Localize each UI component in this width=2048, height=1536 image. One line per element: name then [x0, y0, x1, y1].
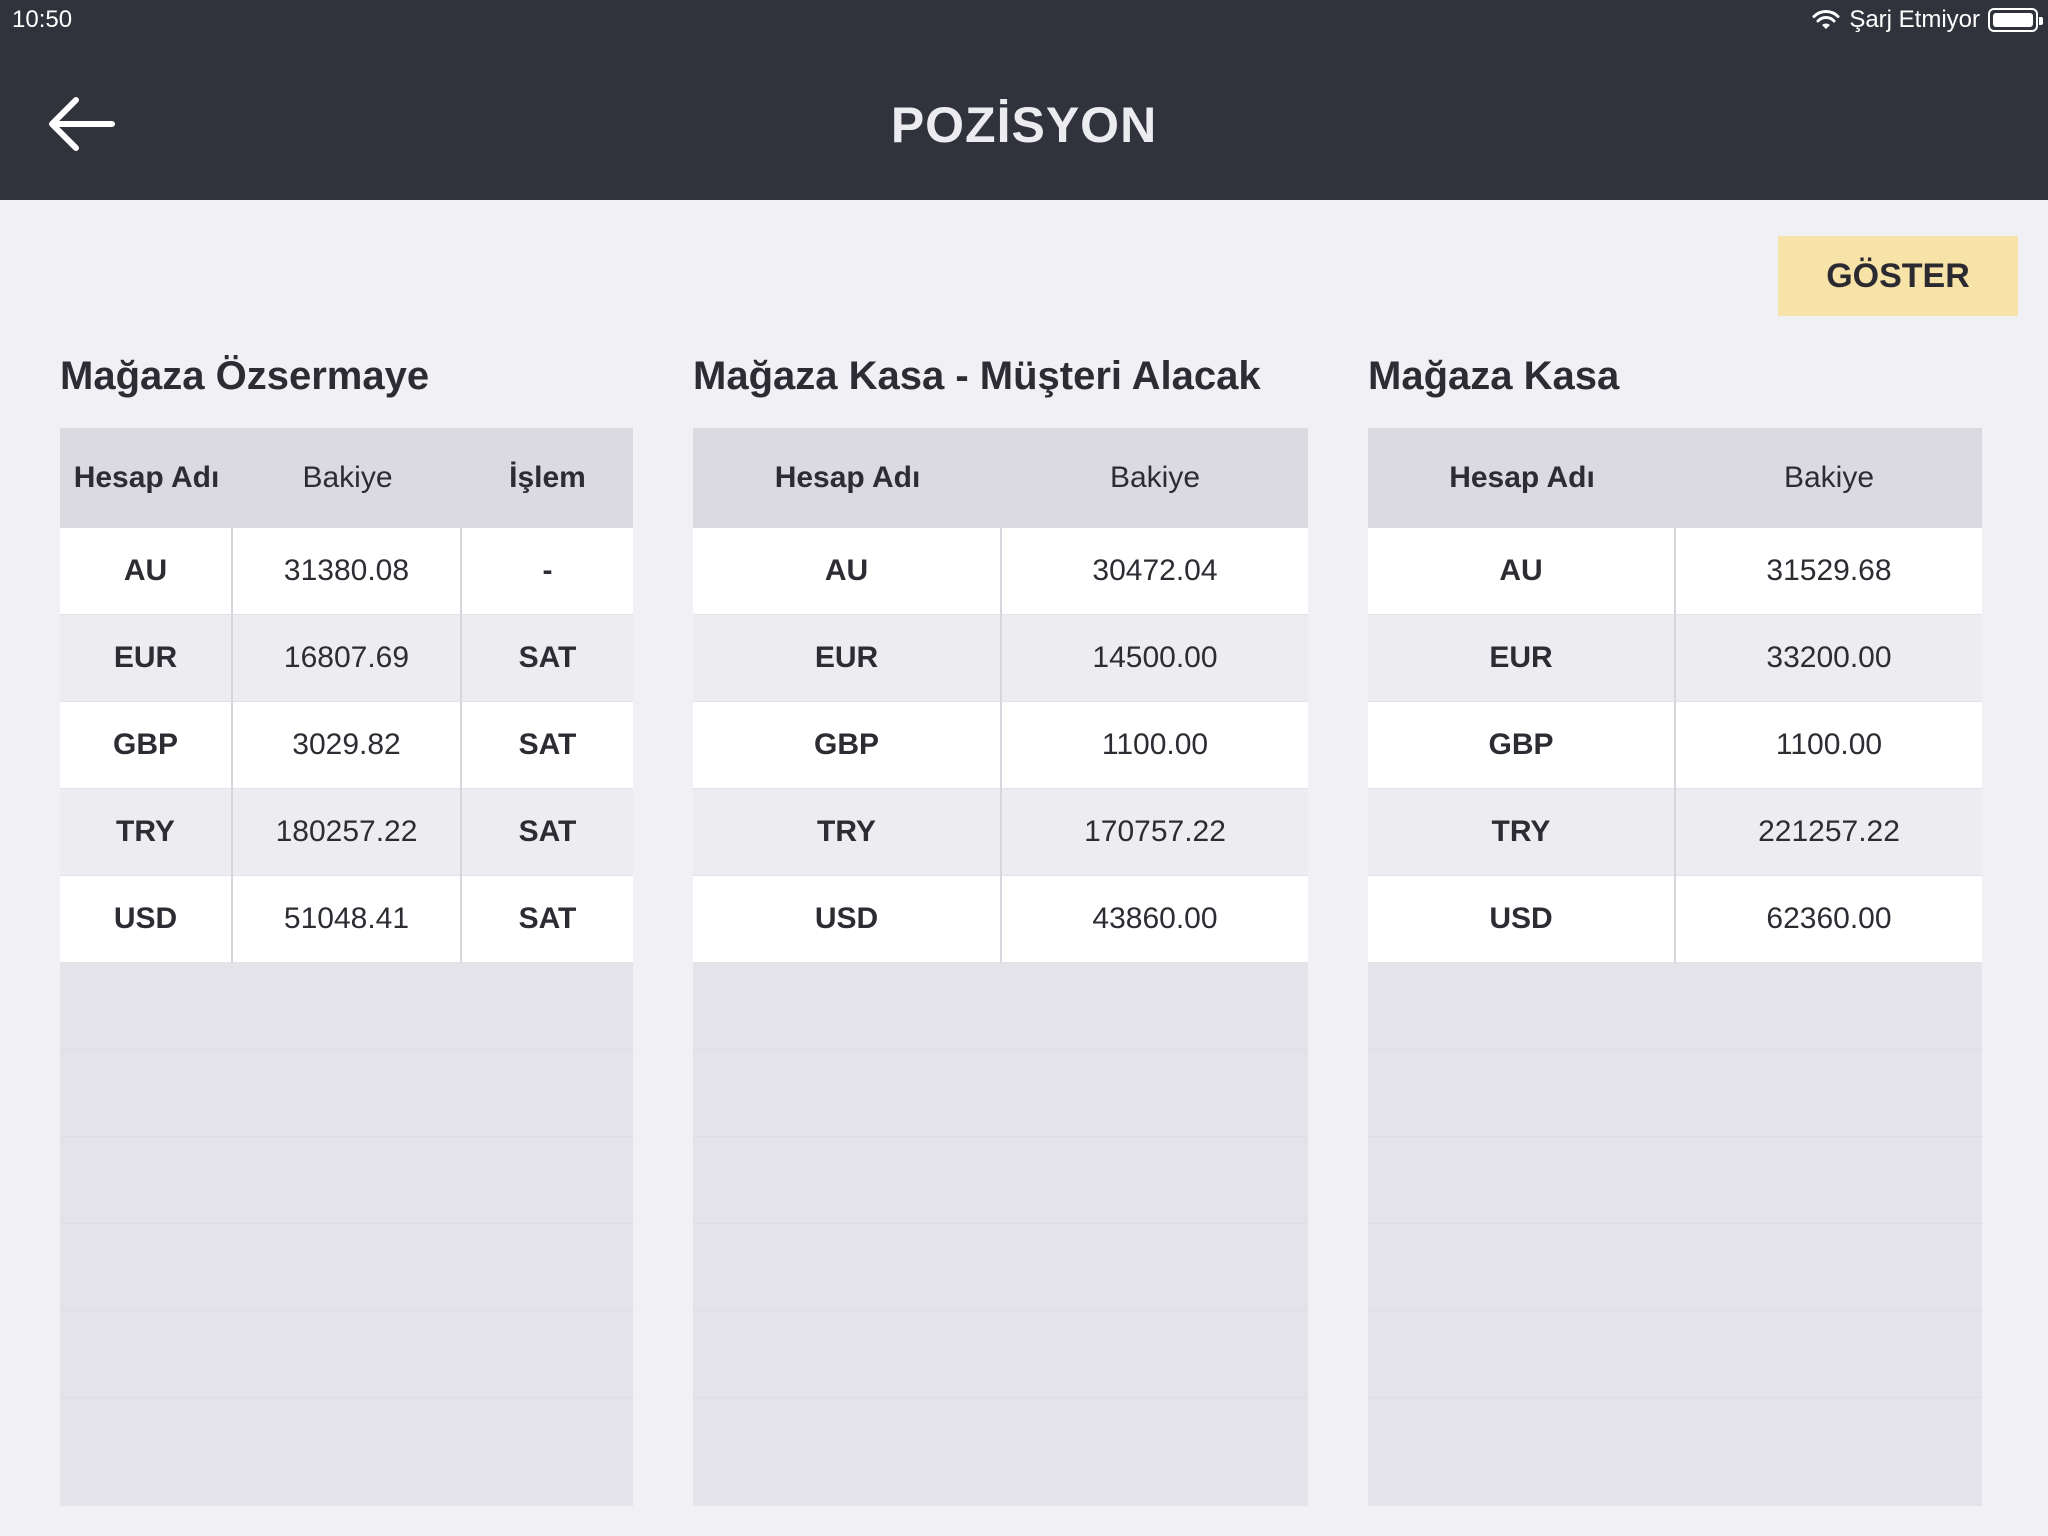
account-name-cell: EUR	[693, 615, 1002, 702]
status-bar-right: Şarj Etmiyor	[1811, 4, 2043, 36]
column-header: Hesap Adı	[774, 461, 921, 494]
balance-table: Hesap Adı Bakiye AU 30472.04 EUR 14500.0…	[693, 428, 1308, 1506]
account-name-cell: USD	[1368, 876, 1676, 963]
column-header: Bakiye	[1783, 461, 1875, 494]
table-row: EUR 16807.69 SAT	[60, 615, 633, 702]
table-row: EUR 33200.00	[1368, 615, 1982, 702]
balance-cell: 3029.82	[233, 702, 462, 789]
table-header: Hesap Adı Bakiye İşlem	[60, 428, 633, 528]
column-header: Bakiye	[302, 461, 393, 494]
table-row: GBP 1100.00	[693, 702, 1308, 789]
account-name-cell: AU	[60, 528, 233, 615]
table-row: AU 31380.08 -	[60, 528, 633, 615]
balance-cell: 30472.04	[1002, 528, 1308, 615]
balance-cell: 33200.00	[1676, 615, 1982, 702]
balance-cell: 43860.00	[1002, 876, 1308, 963]
page-title: POZİSYON	[890, 97, 1158, 153]
empty-row	[693, 1050, 1308, 1137]
account-name-cell: USD	[693, 876, 1002, 963]
empty-row	[1368, 1311, 1982, 1398]
action-cell[interactable]: SAT	[462, 702, 633, 789]
panel-title: Mağaza Özsermaye	[60, 354, 430, 398]
table-row: USD 51048.41 SAT	[60, 876, 633, 963]
panel-title: Mağaza Kasa	[1368, 354, 1620, 398]
balance-cell: 16807.69	[233, 615, 462, 702]
empty-row	[60, 1137, 633, 1224]
wifi-icon	[1812, 10, 1840, 29]
table-row: GBP 3029.82 SAT	[60, 702, 633, 789]
table-row: GBP 1100.00	[1368, 702, 1982, 789]
account-name-cell: USD	[60, 876, 233, 963]
empty-row	[693, 963, 1308, 1050]
panel-title: Mağaza Kasa - Müşteri Alacak	[693, 354, 1261, 398]
empty-row	[1368, 1224, 1982, 1311]
show-button[interactable]: GÖSTER	[1778, 236, 2018, 316]
column-header: Hesap Adı	[1449, 461, 1595, 494]
action-cell[interactable]: SAT	[462, 876, 633, 963]
table-row: TRY 221257.22	[1368, 789, 1982, 876]
action-cell[interactable]: SAT	[462, 615, 633, 702]
empty-row	[60, 1224, 633, 1311]
account-name-cell: EUR	[60, 615, 233, 702]
table-row: TRY 170757.22	[693, 789, 1308, 876]
account-name-cell: GBP	[60, 702, 233, 789]
action-cell[interactable]: -	[462, 528, 633, 615]
table-header: Hesap Adı Bakiye	[693, 428, 1308, 528]
table-row: AU 30472.04	[693, 528, 1308, 615]
table-header: Hesap Adı Bakiye	[1368, 428, 1982, 528]
balance-cell: 31529.68	[1676, 528, 1982, 615]
balance-cell: 180257.22	[233, 789, 462, 876]
balance-cell: 1100.00	[1676, 702, 1982, 789]
empty-row	[60, 1050, 633, 1137]
balance-cell: 1100.00	[1002, 702, 1308, 789]
column-header[interactable]: İşlem	[462, 428, 633, 528]
account-name-cell: AU	[1368, 528, 1676, 615]
account-name-cell: TRY	[1368, 789, 1676, 876]
account-name-cell: GBP	[1368, 702, 1676, 789]
table-row: AU 31529.68	[1368, 528, 1982, 615]
column-header: Hesap Adı	[73, 461, 220, 494]
panel-magaza-ozsermaye: Mağaza Özsermaye Hesap Adı Bakiye İşlem …	[60, 346, 633, 1506]
balance-table: Hesap Adı Bakiye İşlem AU 31380.08 - EUR…	[60, 428, 633, 1506]
balance-cell: 170757.22	[1002, 789, 1308, 876]
empty-row	[693, 1224, 1308, 1311]
account-name-cell: AU	[693, 528, 1002, 615]
empty-row	[60, 1311, 633, 1398]
app-header: 10:50 Şarj Etmiyor POZİSYON	[0, 0, 2048, 200]
empty-row	[1368, 963, 1982, 1050]
action-cell[interactable]: SAT	[462, 789, 633, 876]
panel-magaza-kasa-musteri-alacak: Mağaza Kasa - Müşteri Alacak Hesap Adı B…	[693, 346, 1308, 1506]
balance-cell: 51048.41	[233, 876, 462, 963]
table-row: USD 62360.00	[1368, 876, 1982, 963]
balance-cell: 31380.08	[233, 528, 462, 615]
empty-row	[1368, 1137, 1982, 1224]
account-name-cell: TRY	[60, 789, 233, 876]
column-header: Bakiye	[1109, 461, 1201, 494]
balance-table: Hesap Adı Bakiye AU 31529.68 EUR 33200.0…	[1368, 428, 1982, 1506]
table-row: USD 43860.00	[693, 876, 1308, 963]
account-name-cell: TRY	[693, 789, 1002, 876]
empty-row	[60, 963, 633, 1050]
table-row: EUR 14500.00	[693, 615, 1308, 702]
empty-row	[693, 1311, 1308, 1398]
account-name-cell: GBP	[693, 702, 1002, 789]
empty-row	[1368, 1050, 1982, 1137]
table-row: TRY 180257.22 SAT	[60, 789, 633, 876]
status-time: 10:50	[12, 6, 73, 33]
balance-cell: 221257.22	[1676, 789, 1982, 876]
account-name-cell: EUR	[1368, 615, 1676, 702]
battery-icon	[1988, 8, 2043, 32]
empty-row	[693, 1137, 1308, 1224]
charging-status: Şarj Etmiyor	[1849, 6, 1980, 33]
balance-cell: 62360.00	[1676, 876, 1982, 963]
balance-cell: 14500.00	[1002, 615, 1308, 702]
panel-magaza-kasa: Mağaza Kasa Hesap Adı Bakiye AU 31529.68…	[1368, 346, 1982, 1506]
